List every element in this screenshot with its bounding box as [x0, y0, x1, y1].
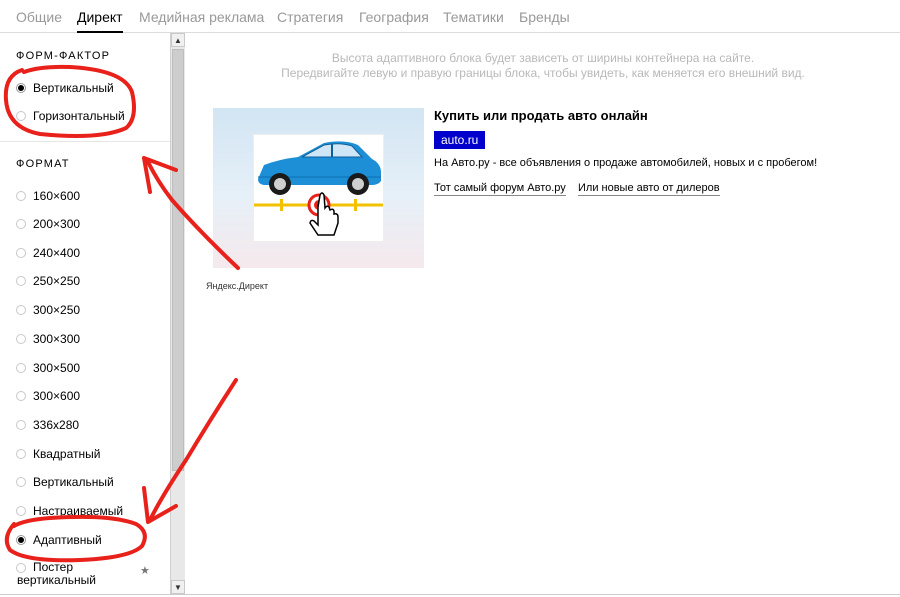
radio-format-200x300[interactable]: 200×300 [16, 215, 80, 233]
settings-sidebar: ФОРМ-ФАКТОР Вертикальный Горизонтальный … [0, 33, 170, 595]
ad-domain-badge[interactable]: auto.ru [434, 131, 486, 149]
radio-button[interactable] [16, 276, 26, 286]
radio-format-250x250[interactable]: 250×250 [16, 272, 80, 290]
radio-label: Адаптивный [33, 533, 102, 547]
ad-description: На Авто.ру - все объявления о продаже ав… [434, 157, 818, 169]
radio-label: 250×250 [33, 274, 81, 288]
adaptive-hint: Высота адаптивного блока будет зависеть … [186, 51, 900, 81]
radio-button[interactable] [16, 111, 26, 121]
sitelink-new-cars[interactable]: Или новые авто от дилеров [578, 182, 720, 196]
radio-label: Настраиваемый [33, 504, 124, 518]
ad-preview-area: Высота адаптивного блока будет зависеть … [186, 33, 900, 595]
radio-format-poster-vertical[interactable]: Постер вертикальный [16, 561, 112, 589]
radio-label: Вертикальный [33, 475, 114, 489]
radio-button[interactable] [16, 334, 26, 344]
radio-label: 336x280 [33, 418, 80, 432]
ad-title[interactable]: Купить или продать авто онлайн [434, 108, 648, 123]
radio-label: 300×600 [33, 389, 81, 403]
tab-direct[interactable]: Директ [77, 9, 123, 33]
radio-format-336x280[interactable]: 336x280 [16, 416, 79, 434]
radio-label: Вертикальный [33, 81, 114, 95]
star-icon: ★ [140, 565, 150, 577]
tab-general[interactable]: Общие [16, 9, 62, 25]
hint-line-1: Высота адаптивного блока будет зависеть … [331, 51, 755, 65]
radio-button[interactable] [16, 248, 26, 258]
radio-format-custom[interactable]: Настраиваемый [16, 502, 123, 520]
radio-label: 200×300 [33, 217, 81, 231]
sidebar-scrollbar[interactable]: ▲ ▼ [170, 33, 185, 594]
radio-format-square[interactable]: Квадратный [16, 445, 100, 463]
radio-button[interactable] [16, 477, 26, 487]
scroll-up-button[interactable]: ▲ [171, 33, 185, 47]
form-factor-heading: ФОРМ-ФАКТОР [16, 50, 111, 62]
tab-topics[interactable]: Тематики [443, 9, 504, 25]
radio-label: 160×600 [33, 189, 81, 203]
radio-format-vertical[interactable]: Вертикальный [16, 473, 114, 491]
radio-format-240x400[interactable]: 240×400 [16, 244, 80, 262]
radio-button[interactable] [16, 363, 26, 373]
radio-button[interactable] [16, 219, 26, 229]
bottom-border [0, 594, 900, 595]
ad-source-label: Яндекс.Директ [206, 281, 269, 291]
radio-label: 300×500 [33, 361, 81, 375]
format-heading: ФОРМАТ [16, 158, 70, 170]
sitelink-forum[interactable]: Тот самый форум Авто.ру [434, 182, 566, 196]
car-slider-icon [254, 141, 383, 236]
hint-line-2: Передвигайте левую и правую границы блок… [281, 66, 805, 80]
radio-button[interactable] [16, 449, 26, 459]
scrollbar-thumb[interactable] [172, 49, 184, 471]
radio-label: Горизонтальный [33, 109, 125, 123]
radio-button[interactable] [16, 391, 26, 401]
tab-strategy[interactable]: Стратегия [277, 9, 343, 25]
tab-brands[interactable]: Бренды [519, 9, 570, 25]
radio-label: 300×250 [33, 303, 81, 317]
car-illustration [253, 134, 384, 242]
radio-format-adaptive[interactable]: Адаптивный [16, 531, 102, 549]
section-divider [0, 141, 170, 142]
radio-form-factor-vertical[interactable]: Вертикальный [16, 79, 114, 97]
radio-button[interactable] [16, 191, 26, 201]
radio-label: 300×300 [33, 332, 81, 346]
radio-button-checked[interactable] [16, 83, 26, 93]
radio-label: Постер вертикальный [17, 561, 96, 587]
tab-geography[interactable]: География [359, 9, 429, 25]
tab-bar: Общие Директ Медийная реклама Стратегия … [0, 0, 900, 33]
scroll-down-button[interactable]: ▼ [171, 580, 185, 594]
radio-form-factor-horizontal[interactable]: Горизонтальный [16, 107, 125, 125]
radio-label: 240×400 [33, 246, 81, 260]
radio-format-300x300[interactable]: 300×300 [16, 330, 80, 348]
radio-button-checked[interactable] [16, 535, 26, 545]
radio-format-300x250[interactable]: 300×250 [16, 301, 80, 319]
tab-media-ads[interactable]: Медийная реклама [139, 9, 264, 25]
radio-button[interactable] [16, 506, 26, 516]
radio-format-160x600[interactable]: 160×600 [16, 187, 80, 205]
radio-button[interactable] [16, 420, 26, 430]
ad-image[interactable] [213, 108, 424, 268]
radio-format-300x600[interactable]: 300×600 [16, 387, 80, 405]
radio-label: Квадратный [33, 447, 101, 461]
poster-label-line2: вертикальный [17, 573, 96, 587]
radio-format-300x500[interactable]: 300×500 [16, 359, 80, 377]
radio-button[interactable] [16, 305, 26, 315]
